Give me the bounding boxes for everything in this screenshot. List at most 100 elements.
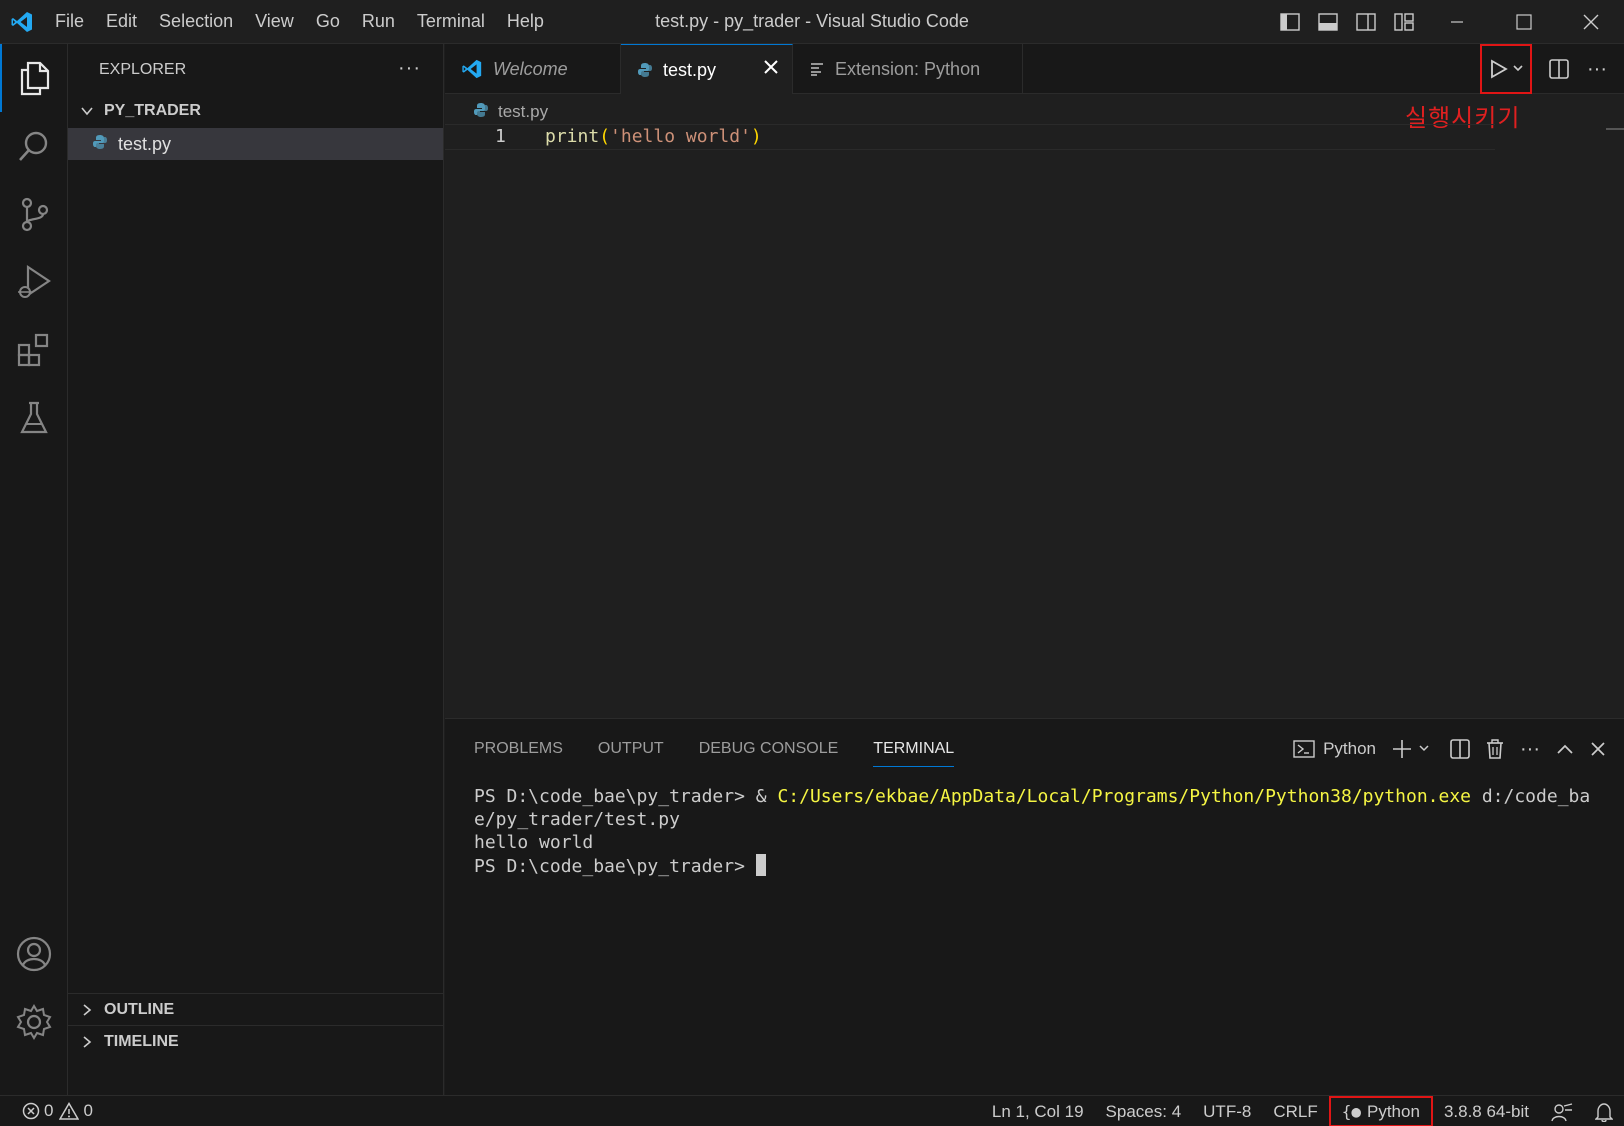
chevron-right-icon: [76, 999, 98, 1021]
file-encoding[interactable]: UTF-8: [1192, 1096, 1262, 1126]
tab-extension-python[interactable]: Extension: Python: [793, 44, 1023, 94]
split-terminal-icon[interactable]: [1442, 729, 1478, 769]
python-interpreter[interactable]: 3.8.8 64-bit: [1433, 1096, 1540, 1126]
menu-terminal[interactable]: Terminal: [406, 11, 496, 32]
menu-edit[interactable]: Edit: [95, 11, 148, 32]
maximize-button[interactable]: [1490, 0, 1557, 44]
error-icon: [22, 1102, 40, 1120]
tab-debug-console[interactable]: DEBUG CONSOLE: [699, 731, 839, 767]
terminal-selector[interactable]: Python: [1285, 729, 1384, 769]
terminal-prompt: PS D:\code_bae\py_trader> &: [474, 786, 778, 807]
notifications-bell-icon[interactable]: [1584, 1096, 1624, 1126]
python-icon: [637, 62, 653, 78]
run-and-debug-icon[interactable]: [0, 248, 68, 316]
explorer-icon[interactable]: [0, 44, 68, 112]
breadcrumb[interactable]: test.py: [473, 100, 548, 124]
tab-output[interactable]: OUTPUT: [598, 731, 664, 767]
terminal-output[interactable]: PS D:\code_bae\py_trader> & C:/Users/ekb…: [474, 785, 1604, 878]
feedback-icon[interactable]: [1540, 1096, 1584, 1126]
close-panel-icon[interactable]: [1582, 729, 1614, 769]
indentation[interactable]: Spaces: 4: [1095, 1096, 1193, 1126]
python-file-icon: [473, 102, 489, 123]
terminal-name: Python: [1323, 739, 1377, 758]
split-editor-icon[interactable]: [1540, 44, 1578, 94]
code-paren-close: ): [750, 126, 762, 147]
vscode-logo-icon: [0, 0, 44, 44]
minimize-button[interactable]: [1423, 0, 1490, 44]
tab-welcome[interactable]: Welcome: [445, 44, 621, 94]
toggle-secondary-sidebar-icon[interactable]: [1347, 0, 1385, 44]
terminal-cursor: [755, 854, 766, 876]
tab-problems[interactable]: PROBLEMS: [474, 731, 563, 767]
toggle-panel-icon[interactable]: [1309, 0, 1347, 44]
menu-help[interactable]: Help: [496, 11, 555, 32]
terminal-exe-path: C:/Users/ekbae/AppData/Local/Programs/Py…: [777, 786, 1471, 807]
toggle-primary-sidebar-icon[interactable]: [1271, 0, 1309, 44]
scrollbar-marker: [1606, 128, 1624, 130]
extensions-icon[interactable]: [0, 316, 68, 384]
testing-icon[interactable]: [0, 384, 68, 452]
chevron-down-icon: [76, 100, 98, 122]
more-actions-icon[interactable]: ···: [1578, 44, 1616, 94]
code-editor[interactable]: test.py 실행시키기 1 print('hello world'): [445, 94, 1624, 718]
tab-terminal[interactable]: TERMINAL: [873, 731, 955, 767]
code-function: print: [545, 126, 600, 147]
manage-gear-icon[interactable]: [0, 988, 68, 1056]
editor-tab-bar: Welcome test.py Extension: Python ···: [445, 44, 1624, 95]
menu-file[interactable]: File: [44, 11, 95, 32]
more-actions-icon[interactable]: ···: [398, 57, 421, 80]
preview-icon: [809, 61, 825, 77]
warning-count: 0: [83, 1101, 93, 1120]
bottom-panel: PROBLEMS OUTPUT DEBUG CONSOLE TERMINAL P…: [445, 718, 1624, 1095]
file-item-test-py[interactable]: test.py: [68, 128, 443, 160]
terminal-prompt: PS D:\code_bae\py_trader>: [474, 856, 756, 877]
code-line[interactable]: 1 print('hello world'): [445, 124, 1495, 150]
terminal-output-line: hello world: [474, 832, 594, 853]
tab-test-py[interactable]: test.py: [621, 44, 793, 95]
braces-icon: {●: [1341, 1102, 1361, 1121]
vscode-icon: [461, 58, 483, 80]
python-file-icon: [92, 134, 108, 155]
tab-label: test.py: [663, 59, 717, 80]
timeline-label: TIMELINE: [104, 1032, 179, 1050]
run-python-file-button[interactable]: [1480, 44, 1532, 94]
code-string: 'hello world': [610, 126, 751, 147]
menu-view[interactable]: View: [244, 11, 305, 32]
cursor-position[interactable]: Ln 1, Col 19: [981, 1096, 1095, 1126]
folder-py-trader[interactable]: PY_TRADER: [68, 96, 443, 126]
menu-bar: File Edit Selection View Go Run Terminal…: [44, 0, 555, 44]
more-actions-icon[interactable]: ···: [1512, 729, 1548, 769]
menu-run[interactable]: Run: [351, 11, 406, 32]
chevron-right-icon: [76, 1031, 98, 1053]
menu-selection[interactable]: Selection: [148, 11, 244, 32]
end-of-line[interactable]: CRLF: [1262, 1096, 1328, 1126]
language-mode[interactable]: {● Python: [1328, 1096, 1433, 1126]
code-paren-open: (: [599, 126, 611, 147]
folder-label: PY_TRADER: [104, 102, 201, 119]
new-terminal-button[interactable]: [1384, 729, 1442, 769]
menu-go[interactable]: Go: [305, 11, 351, 32]
explorer-title: EXPLORER: [99, 61, 187, 78]
status-bar: 0 0 Ln 1, Col 19 Spaces: 4 UTF-8 CRLF {●…: [0, 1095, 1624, 1126]
error-count: 0: [44, 1101, 54, 1120]
activity-bar: [0, 44, 68, 1095]
customize-layout-icon[interactable]: [1385, 0, 1423, 44]
window-title: test.py - py_trader - Visual Studio Code: [655, 11, 969, 31]
accounts-icon[interactable]: [0, 920, 68, 988]
problems-status[interactable]: 0 0: [0, 1101, 93, 1121]
line-number: 1: [495, 126, 506, 147]
source-control-icon[interactable]: [0, 180, 68, 248]
terminal-icon: [1293, 740, 1315, 758]
close-icon[interactable]: [762, 58, 780, 81]
close-window-button[interactable]: [1557, 0, 1624, 44]
tab-label: Welcome: [493, 58, 568, 79]
search-icon[interactable]: [0, 112, 68, 180]
maximize-panel-icon[interactable]: [1548, 729, 1582, 769]
timeline-section[interactable]: TIMELINE: [68, 1025, 443, 1057]
outline-label: OUTLINE: [104, 1000, 175, 1018]
trash-icon[interactable]: [1478, 729, 1512, 769]
tab-label: Extension: Python: [835, 58, 981, 79]
explorer-sidebar: EXPLORER ··· PY_TRADER test.py OUTLINE T…: [68, 44, 444, 1095]
outline-section[interactable]: OUTLINE: [68, 993, 443, 1025]
breadcrumb-file: test.py: [498, 102, 549, 121]
